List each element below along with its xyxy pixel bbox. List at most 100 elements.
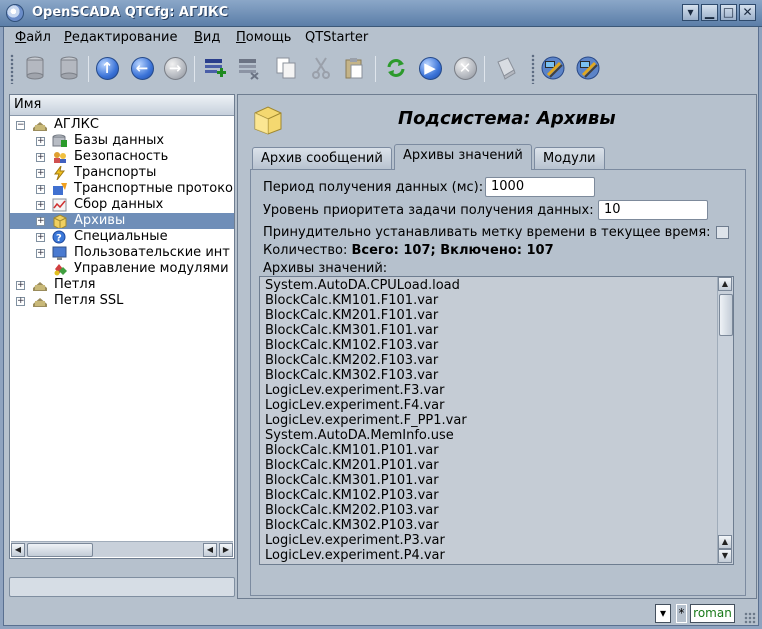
list-item[interactable]: BlockCalc.KM302.P103.var <box>265 518 439 533</box>
tree-item-transport-protocols[interactable]: + Транспортные протоко <box>10 181 234 197</box>
forward-icon[interactable]: → <box>161 54 189 82</box>
tree-horizontal-scrollbar[interactable]: ◀ ◀ ▶ <box>11 541 233 557</box>
menu-view[interactable]: Вид <box>194 30 220 45</box>
tree-item-label: Сбор данных <box>74 197 164 212</box>
expand-icon[interactable]: + <box>16 297 25 306</box>
station-2-icon[interactable] <box>574 54 602 82</box>
tree-item-user-interfaces[interactable]: + Пользовательские инт <box>10 245 234 261</box>
ui-icon <box>52 246 67 260</box>
list-item[interactable]: BlockCalc.KM202.P103.var <box>265 503 439 518</box>
expand-icon[interactable]: + <box>36 217 45 226</box>
stop-icon[interactable]: ✕ <box>451 54 479 82</box>
toolbar-grip[interactable] <box>10 54 14 84</box>
navigation-tree[interactable]: Имя − АГЛКС + Базы данных + Безопасность… <box>9 94 235 559</box>
tab-message-archive[interactable]: Архив сообщений <box>252 147 392 169</box>
refresh-icon[interactable] <box>382 54 410 82</box>
tree-item-module-management[interactable]: Управление модулями <box>10 261 234 277</box>
list-item[interactable]: BlockCalc.KM102.P103.var <box>265 488 439 503</box>
tree-item-transports[interactable]: + Транспорты <box>10 165 234 181</box>
list-item[interactable]: BlockCalc.KM302.F103.var <box>265 368 438 383</box>
back-icon[interactable]: ← <box>128 54 156 82</box>
list-item[interactable]: BlockCalc.KM101.F101.var <box>265 293 438 308</box>
up-icon[interactable]: ↑ <box>93 54 121 82</box>
station-1-icon[interactable] <box>539 54 567 82</box>
tab-value-archives[interactable]: Архивы значений <box>394 144 532 170</box>
list-item[interactable]: BlockCalc.KM201.P101.var <box>265 458 439 473</box>
expand-icon[interactable]: + <box>36 153 45 162</box>
scroll-right-icon[interactable]: ▶ <box>219 543 233 557</box>
list-item[interactable]: BlockCalc.KM102.F103.var <box>265 338 438 353</box>
menu-edit[interactable]: Редактирование <box>64 30 177 45</box>
db-save-icon[interactable] <box>55 54 83 82</box>
list-item[interactable]: LogicLev.experiment.P3.var <box>265 533 445 548</box>
scrollbar-thumb[interactable] <box>719 294 733 336</box>
tree-item-data-acquisition[interactable]: + Сбор данных <box>10 197 234 213</box>
resize-grip[interactable] <box>744 612 756 624</box>
minimize-button[interactable]: ▁ <box>701 4 718 21</box>
period-input[interactable]: 1000 <box>485 177 595 197</box>
db-load-icon[interactable] <box>21 54 49 82</box>
list-item[interactable]: BlockCalc.Anast1to2node_cntr.PC_KPD1.aut… <box>265 563 558 564</box>
list-item[interactable]: LogicLev.experiment.F3.var <box>265 383 445 398</box>
tab-modules[interactable]: Модули <box>534 147 605 169</box>
scroll-up-icon[interactable]: ▲ <box>718 535 732 549</box>
start-icon[interactable]: ▶ <box>416 54 444 82</box>
scroll-left-icon[interactable]: ◀ <box>203 543 217 557</box>
list-item[interactable]: System.AutoDA.MemInfo.use <box>265 428 454 443</box>
list-item[interactable]: LogicLev.experiment.F4.var <box>265 398 445 413</box>
tree-item-specials[interactable]: + ? Специальные <box>10 229 234 245</box>
value-archives-list[interactable]: System.AutoDA.CPULoad.load BlockCalc.KM10… <box>259 276 734 565</box>
page-title: Подсистема: Архивы <box>398 108 616 129</box>
list-item[interactable]: LogicLev.experiment.P4.var <box>265 548 445 563</box>
close-button[interactable]: ✕ <box>739 4 756 21</box>
menu-help[interactable]: Помощь <box>236 30 291 45</box>
delete-item-icon[interactable] <box>235 54 263 82</box>
list-vertical-scrollbar[interactable]: ▲ ▲ ▼ <box>717 277 733 564</box>
expand-icon[interactable]: + <box>16 281 25 290</box>
list-item[interactable]: BlockCalc.KM201.F101.var <box>265 308 438 323</box>
expand-icon[interactable]: + <box>36 169 45 178</box>
menu-qtstarter[interactable]: QTStarter <box>305 30 368 45</box>
scroll-left-icon[interactable]: ◀ <box>11 543 25 557</box>
expand-icon[interactable]: + <box>36 249 45 258</box>
info-icon[interactable] <box>492 54 520 82</box>
list-item[interactable]: System.AutoDA.CPULoad.load <box>265 278 460 293</box>
list-item[interactable]: BlockCalc.KM301.P101.var <box>265 473 439 488</box>
list-item[interactable]: BlockCalc.KM101.P101.var <box>265 443 439 458</box>
maximize-button[interactable]: □ <box>720 4 737 21</box>
mode-dropdown-button[interactable]: ▾ <box>655 604 671 623</box>
collapse-icon[interactable]: − <box>16 121 25 130</box>
copy-icon[interactable] <box>272 54 300 82</box>
force-time-checkbox[interactable] <box>716 226 729 239</box>
menu-file[interactable]: Файл <box>15 30 51 45</box>
expand-icon[interactable]: + <box>36 137 45 146</box>
priority-input[interactable]: 10 <box>598 200 708 220</box>
list-item[interactable]: LogicLev.experiment.F_PP1.var <box>265 413 467 428</box>
tree-item-security[interactable]: + Безопасность <box>10 149 234 165</box>
expand-icon[interactable]: + <box>36 185 45 194</box>
tree-item-loop-ssl[interactable]: + Петля SSL <box>10 293 234 309</box>
tree-item-aglks[interactable]: − АГЛКС <box>10 117 234 133</box>
cut-icon[interactable] <box>307 54 335 82</box>
expand-icon[interactable]: + <box>36 201 45 210</box>
scrollbar-thumb[interactable] <box>27 543 93 557</box>
tree-item-loop[interactable]: + Петля <box>10 277 234 293</box>
list-item[interactable]: BlockCalc.KM202.F103.var <box>265 353 438 368</box>
toolbar-separator <box>88 56 89 82</box>
force-time-label: Принудительно устанавливать метку времен… <box>263 225 711 240</box>
tree-item-label: Управление модулями <box>74 261 229 276</box>
window-menu-button[interactable]: ▾ <box>682 4 699 21</box>
add-item-icon[interactable] <box>201 54 229 82</box>
tree-header-name[interactable]: Имя <box>10 95 234 116</box>
toolbar-grip[interactable] <box>531 54 535 84</box>
tree-item-databases[interactable]: + Базы данных <box>10 133 234 149</box>
paste-icon[interactable] <box>340 54 368 82</box>
window-titlebar[interactable]: OpenSCADA QTCfg: АГЛКС ▾ ▁ □ ✕ <box>0 0 762 27</box>
list-item[interactable]: BlockCalc.KM301.F101.var <box>265 323 438 338</box>
user-indicator[interactable]: roman <box>690 604 735 623</box>
tree-item-archives[interactable]: + Архивы <box>10 213 234 229</box>
expand-icon[interactable]: + <box>36 233 45 242</box>
tree-item-label: Транспортные протоко <box>74 181 234 196</box>
scroll-up-icon[interactable]: ▲ <box>718 277 732 291</box>
scroll-down-icon[interactable]: ▼ <box>718 549 732 563</box>
